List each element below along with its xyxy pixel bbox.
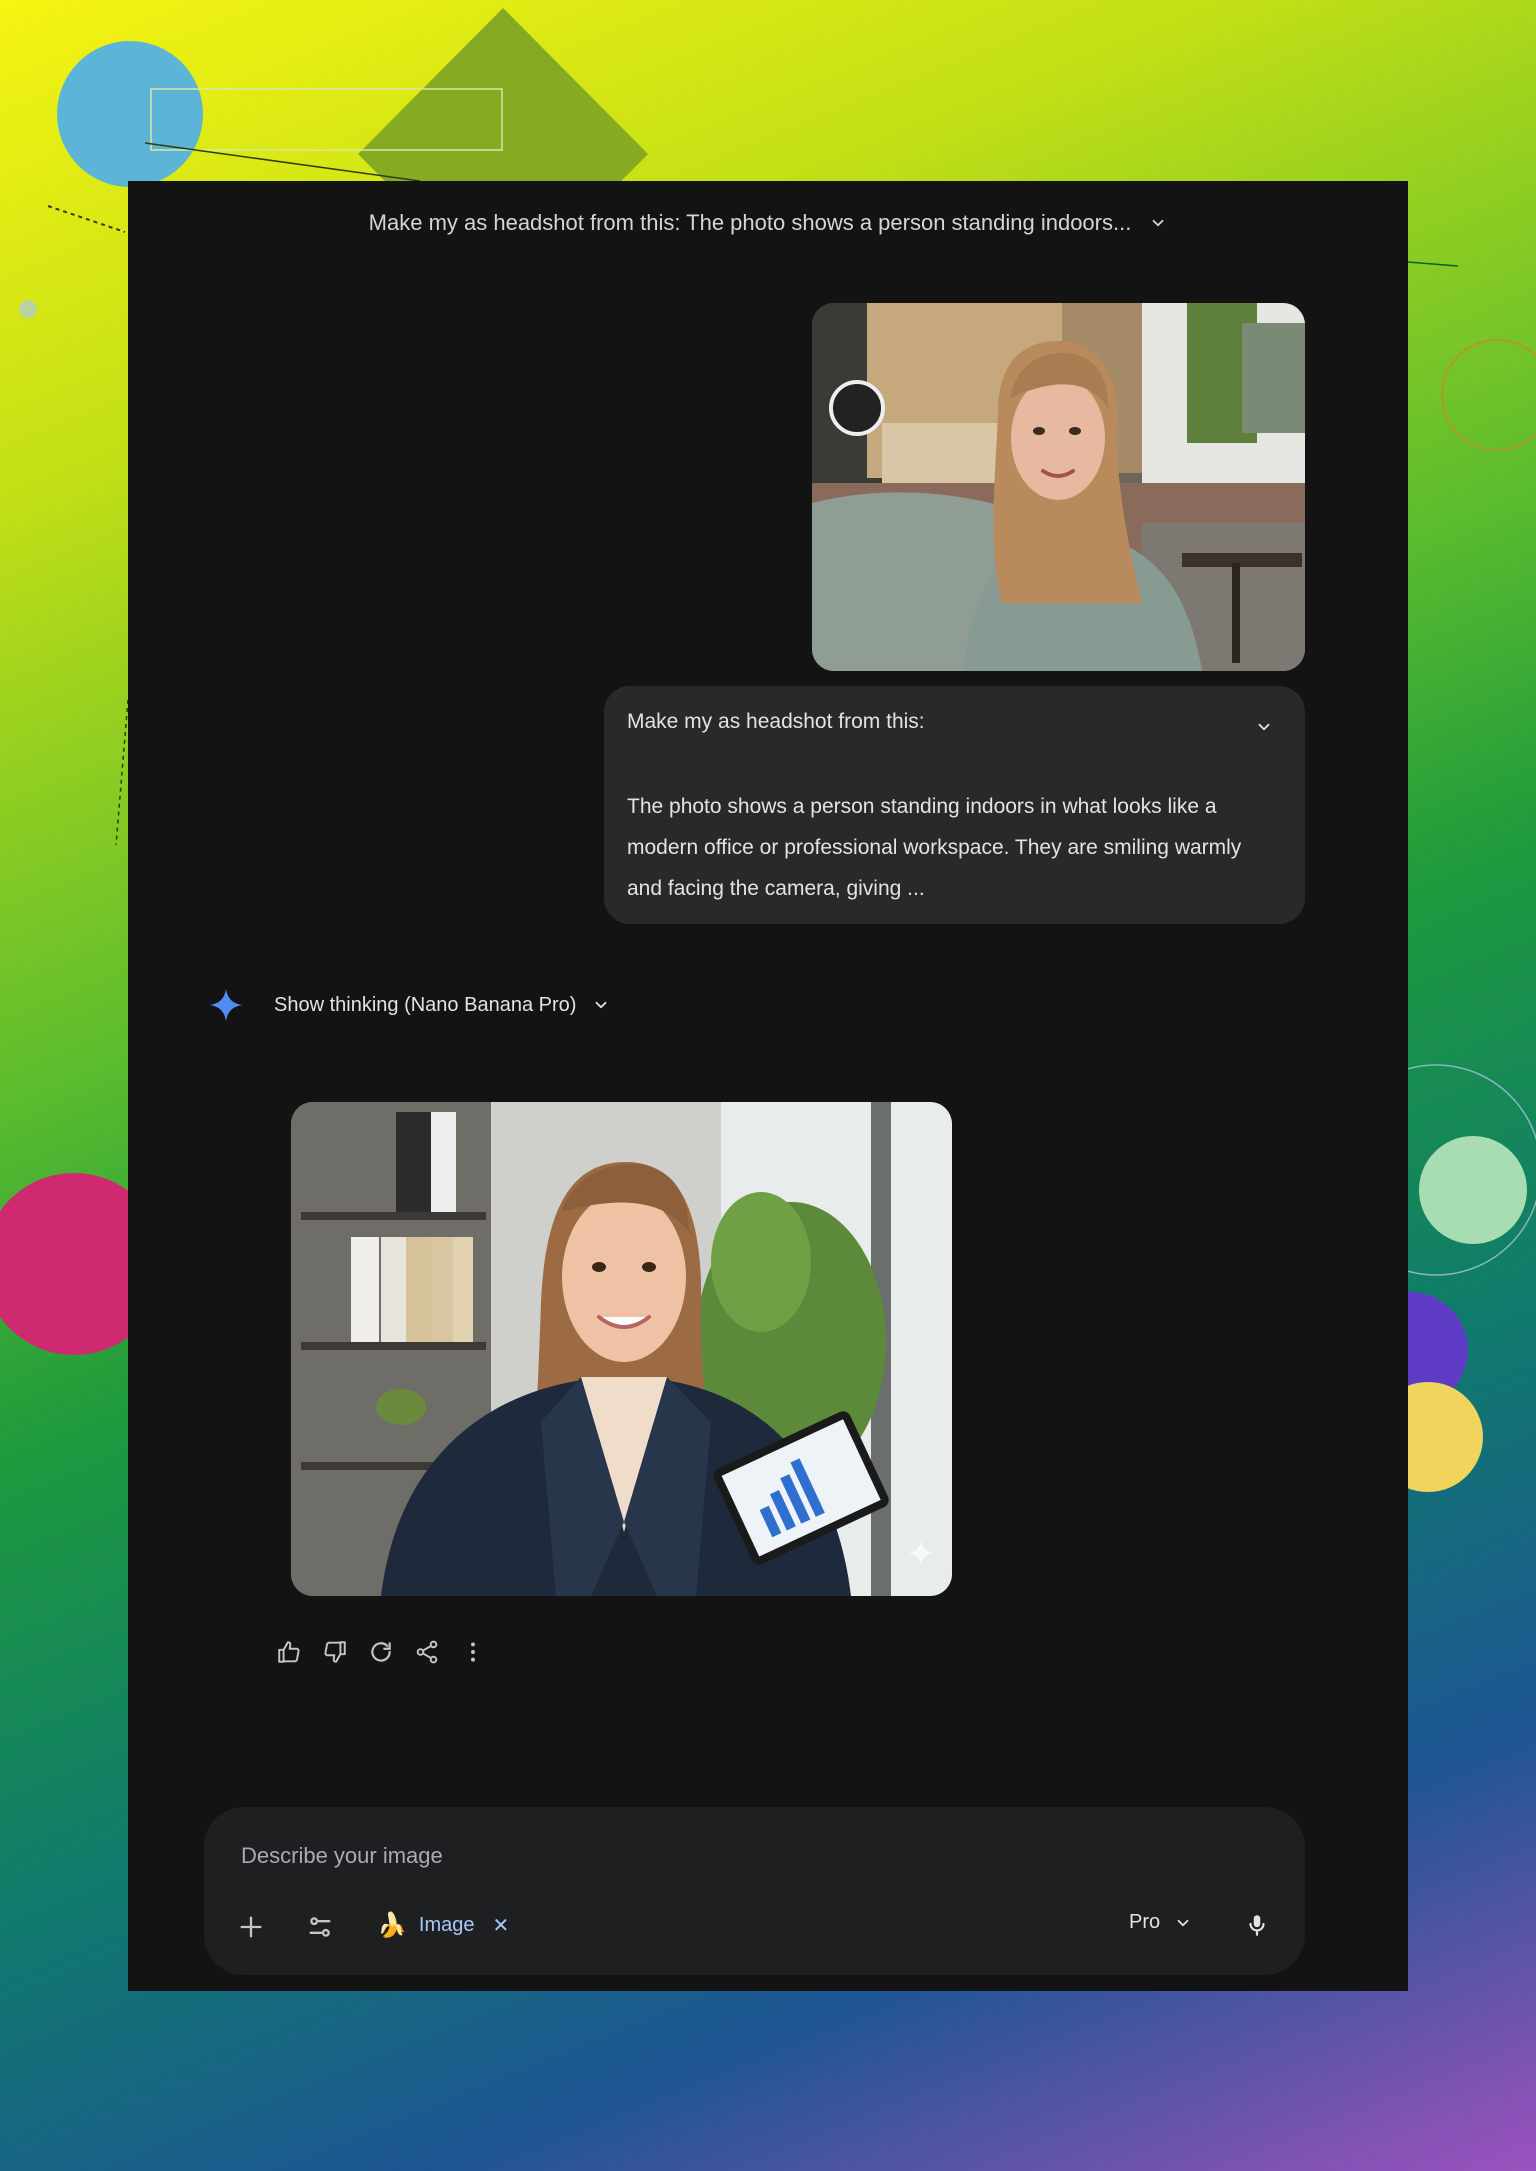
- image-tool-chip[interactable]: 🍌 Image ✕: [377, 1911, 509, 1940]
- image-chip-label: Image: [418, 1914, 475, 1936]
- generated-headshot-image[interactable]: [291, 1102, 952, 1596]
- selfie-illustration: [812, 303, 1305, 671]
- chevron-down-icon: [1177, 1919, 1189, 1926]
- thumbs-up-icon[interactable]: [276, 1639, 302, 1665]
- microphone-icon: [1249, 1915, 1265, 1936]
- plus-icon: [240, 1916, 262, 1938]
- prompt-composer: 🍌 Image ✕ Pro: [204, 1807, 1305, 1975]
- microphone-button[interactable]: [1244, 1912, 1270, 1938]
- add-attachment-button[interactable]: [237, 1913, 265, 1941]
- banana-icon: 🍌: [377, 1912, 407, 1939]
- show-thinking-label: Show thinking (Nano Banana Pro): [274, 993, 577, 1016]
- chevron-down-icon[interactable]: [592, 996, 610, 1014]
- show-thinking-toggle[interactable]: Show thinking (Nano Banana Pro): [208, 983, 610, 1027]
- conversation-title: Make my as headshot from this: The photo…: [368, 210, 1132, 235]
- headshot-illustration: [291, 1102, 952, 1596]
- conversation-title-bar[interactable]: Make my as headshot from this: The photo…: [128, 203, 1408, 243]
- user-prompt-bubble: Make my as headshot from this: The photo…: [604, 686, 1305, 924]
- model-selector[interactable]: Pro: [1129, 1911, 1192, 1934]
- expand-prompt-chevron-icon[interactable]: [1255, 718, 1273, 736]
- gemini-spark-icon: [209, 988, 243, 1022]
- remove-chip-close-icon[interactable]: ✕: [492, 1913, 509, 1938]
- chat-window: Make my as headshot from this: The photo…: [128, 181, 1408, 1991]
- regenerate-icon[interactable]: [368, 1639, 394, 1665]
- user-uploaded-photo[interactable]: [812, 303, 1305, 671]
- more-vert-icon[interactable]: [460, 1639, 486, 1665]
- response-actions-bar: [276, 1639, 486, 1665]
- prompt-body-text: The photo shows a person standing indoor…: [627, 795, 1242, 900]
- chevron-down-icon[interactable]: [1149, 214, 1167, 232]
- describe-image-input[interactable]: [239, 1831, 1243, 1881]
- tools-button[interactable]: [306, 1913, 334, 1941]
- tune-icon: [309, 1917, 331, 1937]
- model-label: Pro: [1129, 1911, 1161, 1933]
- prompt-first-line: Make my as headshot from this:: [627, 710, 925, 733]
- share-icon[interactable]: [414, 1639, 440, 1665]
- thumbs-down-icon[interactable]: [322, 1639, 348, 1665]
